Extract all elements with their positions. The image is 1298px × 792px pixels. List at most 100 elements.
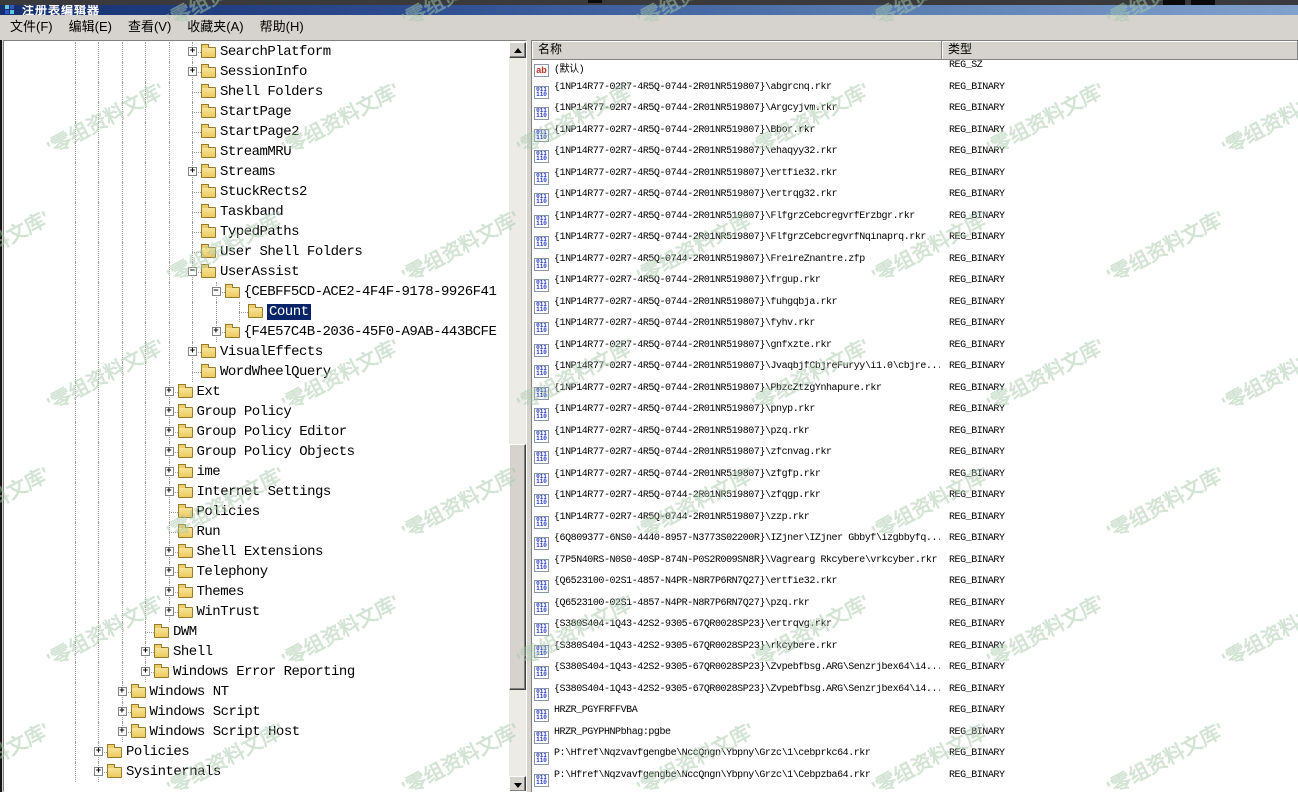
- value-row[interactable]: 011 110{S380S404-1Q43-42S2-9305-67QR0028…: [532, 619, 1298, 641]
- value-row[interactable]: 011 110{1NP14R77-02R7-4R5Q-0744-2R01NR51…: [532, 469, 1298, 491]
- menu-item[interactable]: 编辑(E): [61, 15, 120, 39]
- expand-plus-icon[interactable]: +: [165, 467, 174, 476]
- expand-plus-icon[interactable]: +: [94, 767, 103, 776]
- tree-node-label[interactable]: Ext: [197, 384, 221, 400]
- tree-node-label[interactable]: StartPage: [220, 104, 291, 120]
- tree-node-label-selected[interactable]: Count: [267, 304, 311, 320]
- expand-plus-icon[interactable]: +: [165, 407, 174, 416]
- value-row[interactable]: 011 110{1NP14R77-02R7-4R5Q-0744-2R01NR51…: [532, 103, 1298, 125]
- tree-node-label[interactable]: StuckRects2: [220, 184, 307, 200]
- value-row[interactable]: 011 110HRZR_PGYFRFFVBAREG_BINARY: [532, 705, 1298, 727]
- expand-plus-icon[interactable]: +: [165, 607, 174, 616]
- value-row[interactable]: 011 110{1NP14R77-02R7-4R5Q-0744-2R01NR51…: [532, 189, 1298, 211]
- tree-node-label[interactable]: WinTrust: [197, 604, 260, 620]
- menu-item[interactable]: 文件(F): [2, 15, 61, 39]
- value-row[interactable]: 011 110{1NP14R77-02R7-4R5Q-0744-2R01NR51…: [532, 447, 1298, 469]
- expand-plus-icon[interactable]: +: [165, 447, 174, 456]
- tree-vertical-scrollbar[interactable]: [509, 42, 526, 791]
- value-row[interactable]: 011 110P:\Hfref\Nqzvavfgengbe\NccQngn\Yb…: [532, 748, 1298, 770]
- tree-node-label[interactable]: {F4E57C4B-2036-45F0-A9AB-443BCFE: [244, 324, 497, 340]
- tree-node-label[interactable]: ime: [197, 464, 221, 480]
- tree-node-label[interactable]: User Shell Folders: [220, 244, 362, 260]
- column-header-type[interactable]: 类型: [942, 41, 1298, 60]
- value-row[interactable]: 011 110{1NP14R77-02R7-4R5Q-0744-2R01NR51…: [532, 146, 1298, 168]
- expand-plus-icon[interactable]: +: [165, 427, 174, 436]
- tree-node-label[interactable]: {CEBFF5CD-ACE2-4F4F-9178-9926F41: [244, 284, 497, 300]
- value-row[interactable]: 011 110HRZR_PGYPHNPbhag:pgbeREG_BINARY: [532, 727, 1298, 749]
- tree-node-label[interactable]: DWM: [173, 624, 197, 640]
- value-row[interactable]: 011 110{1NP14R77-02R7-4R5Q-0744-2R01NR51…: [532, 512, 1298, 534]
- expand-plus-icon[interactable]: +: [118, 687, 127, 696]
- tree-node-label[interactable]: Shell Folders: [220, 84, 323, 100]
- tree-node-label[interactable]: Themes: [197, 584, 244, 600]
- tree-node-label[interactable]: WordWheelQuery: [220, 364, 331, 380]
- value-row[interactable]: 011 110{1NP14R77-02R7-4R5Q-0744-2R01NR51…: [532, 361, 1298, 383]
- tree-node-label[interactable]: Internet Settings: [197, 484, 331, 500]
- expand-plus-icon[interactable]: +: [94, 747, 103, 756]
- tree-node-label[interactable]: UserAssist: [220, 264, 299, 280]
- scrollbar-thumb[interactable]: [509, 444, 526, 690]
- tree-node-label[interactable]: Windows NT: [150, 684, 229, 700]
- tree-node-label[interactable]: Group Policy Editor: [197, 424, 347, 440]
- menu-item[interactable]: 帮助(H): [252, 15, 312, 39]
- expand-plus-icon[interactable]: +: [165, 567, 174, 576]
- expand-plus-icon[interactable]: +: [118, 727, 127, 736]
- value-row[interactable]: 011 110{Q6523100-02S1-4857-N4PR-N8R7P6RN…: [532, 576, 1298, 598]
- value-row[interactable]: 011 110{7P5N40RS-N0S0-40SP-874N-P0S2R009…: [532, 555, 1298, 577]
- expand-plus-icon[interactable]: +: [141, 667, 150, 676]
- column-header-name[interactable]: 名称: [532, 41, 942, 60]
- expand-plus-icon[interactable]: +: [188, 47, 197, 56]
- tree-node-label[interactable]: TypedPaths: [220, 224, 299, 240]
- tree-node-label[interactable]: Sysinternals: [126, 764, 221, 780]
- tree-node-label[interactable]: VisualEffects: [220, 344, 323, 360]
- value-row[interactable]: 011 110{1NP14R77-02R7-4R5Q-0744-2R01NR51…: [532, 82, 1298, 104]
- tree-node-label[interactable]: SessionInfo: [220, 64, 307, 80]
- expand-plus-icon[interactable]: +: [165, 587, 174, 596]
- value-row[interactable]: 011 110{1NP14R77-02R7-4R5Q-0744-2R01NR51…: [532, 211, 1298, 233]
- menu-item[interactable]: 收藏夹(A): [179, 15, 251, 39]
- tree-node-label[interactable]: Shell: [173, 644, 213, 660]
- value-row[interactable]: 011 110{S380S404-1Q43-42S2-9305-67QR0028…: [532, 662, 1298, 684]
- tree-node-label[interactable]: Streams: [220, 164, 275, 180]
- value-row[interactable]: 011 110{1NP14R77-02R7-4R5Q-0744-2R01NR51…: [532, 254, 1298, 276]
- value-row[interactable]: 011 110{1NP14R77-02R7-4R5Q-0744-2R01NR51…: [532, 275, 1298, 297]
- tree-node-label[interactable]: StreamMRU: [220, 144, 291, 160]
- value-row[interactable]: 011 110P:\Hfref\Nqzvavfgengbe\NccQngn\Yb…: [532, 770, 1298, 792]
- expand-plus-icon[interactable]: +: [188, 167, 197, 176]
- expand-plus-icon[interactable]: +: [118, 707, 127, 716]
- expand-plus-icon[interactable]: +: [165, 387, 174, 396]
- collapse-minus-icon[interactable]: −: [188, 267, 197, 276]
- value-row[interactable]: 011 110{1NP14R77-02R7-4R5Q-0744-2R01NR51…: [532, 340, 1298, 362]
- tree-node-label[interactable]: Telephony: [197, 564, 268, 580]
- tree-node-label[interactable]: Windows Error Reporting: [173, 664, 355, 680]
- tree-node-label[interactable]: Shell Extensions: [197, 544, 323, 560]
- value-row[interactable]: 011 110{Q6523100-02S1-4857-N4PR-N8R7P6RN…: [532, 598, 1298, 620]
- expand-plus-icon[interactable]: +: [188, 67, 197, 76]
- value-row[interactable]: 011 110{1NP14R77-02R7-4R5Q-0744-2R01NR51…: [532, 125, 1298, 147]
- expand-plus-icon[interactable]: +: [141, 647, 150, 656]
- value-row[interactable]: 011 110{S380S404-1Q43-42S2-9305-67QR0028…: [532, 641, 1298, 663]
- tree-node-label[interactable]: Taskband: [220, 204, 283, 220]
- value-row[interactable]: 011 110{1NP14R77-02R7-4R5Q-0744-2R01NR51…: [532, 426, 1298, 448]
- value-row[interactable]: 011 110{1NP14R77-02R7-4R5Q-0744-2R01NR51…: [532, 383, 1298, 405]
- tree-node-label[interactable]: Run: [197, 524, 221, 540]
- scroll-down-button[interactable]: [509, 776, 526, 792]
- tree-node-label[interactable]: SearchPlatform: [220, 44, 331, 60]
- tree-node-label[interactable]: Group Policy Objects: [197, 444, 355, 460]
- tree-node-label[interactable]: Windows Script: [150, 704, 261, 720]
- tree-node-label[interactable]: Group Policy: [197, 404, 292, 420]
- value-row[interactable]: 011 110{1NP14R77-02R7-4R5Q-0744-2R01NR51…: [532, 232, 1298, 254]
- value-row[interactable]: 011 110{S380S404-1Q43-42S2-9305-67QR0028…: [532, 684, 1298, 706]
- menu-item[interactable]: 查看(V): [120, 15, 179, 39]
- expand-plus-icon[interactable]: +: [165, 547, 174, 556]
- value-row[interactable]: 011 110{1NP14R77-02R7-4R5Q-0744-2R01NR51…: [532, 318, 1298, 340]
- value-row[interactable]: 011 110{6Q809377-6NS0-4440-8957-N3773S02…: [532, 533, 1298, 555]
- collapse-minus-icon[interactable]: −: [212, 287, 221, 296]
- value-row[interactable]: 011 110{1NP14R77-02R7-4R5Q-0744-2R01NR51…: [532, 490, 1298, 512]
- expand-plus-icon[interactable]: +: [165, 487, 174, 496]
- value-row[interactable]: 011 110{1NP14R77-02R7-4R5Q-0744-2R01NR51…: [532, 297, 1298, 319]
- tree-node-label[interactable]: Policies: [197, 504, 260, 520]
- tree-node-label[interactable]: Windows Script Host: [150, 724, 300, 740]
- scroll-up-button[interactable]: [509, 42, 526, 58]
- value-row[interactable]: 011 110{1NP14R77-02R7-4R5Q-0744-2R01NR51…: [532, 404, 1298, 426]
